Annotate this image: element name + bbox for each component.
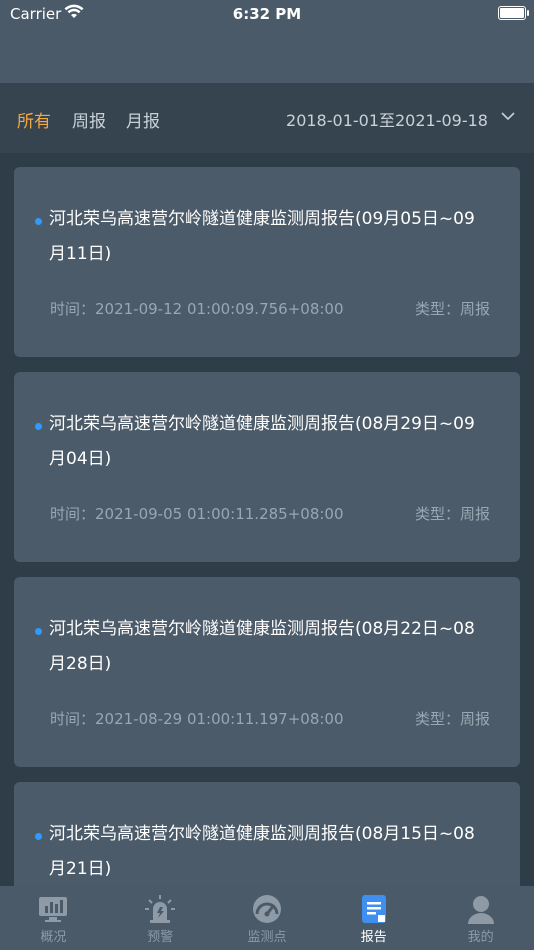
status-bar: Carrier 6:32 PM [0, 0, 534, 30]
report-title: 河北荣乌高速营尔岭隧道健康监测周报告(09月05日~09月11日) [49, 209, 475, 264]
report-card[interactable]: 河北荣乌高速营尔岭隧道健康监测周报告(08月29日~09月04日) 时间：202… [14, 372, 520, 562]
report-list[interactable]: 河北荣乌高速营尔岭隧道健康监测周报告(09月05日~09月11日) 时间：202… [0, 153, 534, 886]
gauge-icon [252, 895, 281, 923]
alarm-icon [145, 895, 176, 923]
report-type: 类型：周报 [414, 505, 490, 523]
bullet-dot [35, 833, 42, 840]
report-type: 类型：周报 [414, 300, 490, 318]
report-card[interactable]: 河北荣乌高速营尔岭隧道健康监测周报告(08月22日~08月28日) 时间：202… [14, 577, 520, 767]
tab-label: 预警 [147, 930, 174, 945]
tab-reports[interactable]: 报告 [320, 886, 427, 950]
filter-all[interactable]: 所有 [17, 107, 51, 132]
bullet-dot [35, 218, 42, 225]
report-time: 时间：2021-09-12 01:00:09.756+08:00 [50, 300, 344, 318]
tab-label: 我的 [467, 930, 494, 945]
report-title: 河北荣乌高速营尔岭隧道健康监测周报告(08月22日~08月28日) [49, 619, 475, 674]
tab-bar: 概况 预警 监测点 报告 我的 [0, 886, 534, 950]
report-card[interactable]: 河北荣乌高速营尔岭隧道健康监测周报告(09月05日~09月11日) 时间：202… [14, 167, 520, 357]
tab-warning[interactable]: 预警 [107, 886, 214, 950]
bullet-dot [35, 423, 42, 430]
tab-overview[interactable]: 概况 [0, 886, 107, 950]
report-title: 河北荣乌高速营尔岭隧道健康监测周报告(08月29日~09月04日) [49, 414, 475, 469]
report-type: 类型：周报 [414, 710, 490, 728]
filter-monthly[interactable]: 月报 [126, 107, 160, 132]
clock: 6:32 PM [232, 5, 302, 23]
tab-label: 监测点 [247, 930, 287, 945]
navigation-bar [0, 30, 534, 83]
filter-weekly[interactable]: 周报 [72, 107, 106, 132]
report-time: 时间：2021-09-05 01:00:11.285+08:00 [50, 505, 344, 523]
date-range-picker[interactable]: 2018-01-01至2021-09-18 [286, 107, 488, 131]
filter-bar: 所有 周报 月报 2018-01-01至2021-09-18 [0, 83, 534, 153]
tab-label: 报告 [360, 930, 387, 945]
bullet-dot [35, 628, 42, 635]
report-title: 河北荣乌高速营尔岭隧道健康监测周报告(08月15日~08月21日) [49, 824, 475, 879]
tab-label: 概况 [40, 930, 67, 945]
tab-monitoring-points[interactable]: 监测点 [214, 886, 321, 950]
tab-mine[interactable]: 我的 [427, 886, 534, 950]
report-icon [361, 895, 386, 923]
battery-icon [498, 6, 529, 20]
chevron-down-icon[interactable] [500, 108, 516, 124]
report-time: 时间：2021-08-29 01:00:11.197+08:00 [50, 710, 344, 728]
user-icon [467, 896, 494, 924]
report-card[interactable]: 河北荣乌高速营尔岭隧道健康监测周报告(08月15日~08月21日) [14, 782, 520, 886]
chart-icon [39, 897, 68, 922]
